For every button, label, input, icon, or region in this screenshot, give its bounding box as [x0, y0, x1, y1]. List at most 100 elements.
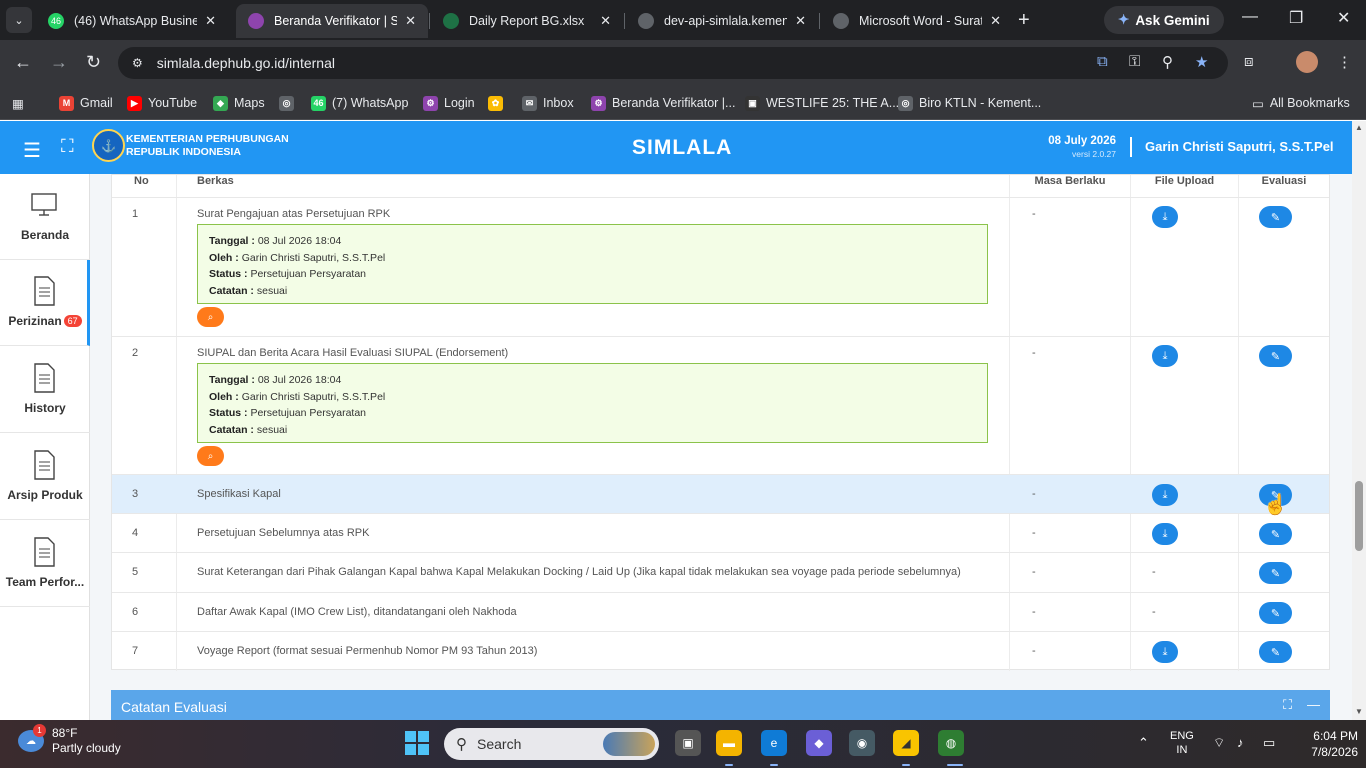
forward-icon[interactable]: →	[50, 52, 68, 73]
bookmark-star-icon[interactable]: ★	[1195, 53, 1208, 71]
sidebar-item-2[interactable]: Perizinan 67	[0, 260, 90, 346]
browser-menu-icon[interactable]: ⋮	[1337, 53, 1352, 71]
scrollbar-thumb[interactable]	[1355, 481, 1363, 551]
header-file-upload: File Upload	[1154, 175, 1215, 187]
bookmark-item[interactable]: ◎ Biro KTLN - Kement...	[898, 92, 1041, 114]
chrome-icon[interactable]: ◍	[938, 730, 964, 756]
reload-icon[interactable]: ↻	[86, 52, 101, 73]
install-app-icon[interactable]: ⧉	[1097, 53, 1108, 70]
view-detail-button[interactable]: ⌕	[197, 307, 224, 327]
profile-avatar[interactable]	[1296, 51, 1318, 73]
note-tanggal: 08 Jul 2026 18:04	[257, 235, 342, 247]
edit-evaluation-button[interactable]: ✎	[1259, 562, 1292, 584]
bookmark-item[interactable]: ⚙ Login	[423, 92, 475, 114]
apps-grid-icon[interactable]: ▦	[12, 92, 24, 114]
fullscreen-icon[interactable]: ⛶	[61, 136, 74, 157]
tab-search-button[interactable]: ⌄	[6, 7, 32, 33]
start-button[interactable]	[405, 731, 429, 755]
new-tab-button[interactable]: +	[1018, 9, 1030, 32]
download-icon: ⤓	[1162, 527, 1168, 540]
site-info-icon[interactable]: ⚙	[132, 56, 143, 70]
chevron-up-icon[interactable]: ⌃	[1138, 735, 1149, 751]
sidebar-item-4[interactable]: Arsip Produk	[0, 434, 90, 520]
view-detail-button[interactable]: ⌕	[197, 446, 224, 466]
edit-evaluation-button[interactable]: ✎	[1259, 206, 1292, 228]
berkas-name: Voyage Report (format sesuai Permenhub N…	[197, 645, 538, 657]
windows-taskbar: ☁ 1 88°F Partly cloudy ⚲ Search ▣ ▬ e ◆ ◉…	[0, 720, 1366, 768]
address-bar[interactable]: ⚙ simlala.dephub.go.id/internal	[118, 47, 1228, 79]
tab-2[interactable]: Beranda Verifikator | Simlala ✕	[236, 4, 428, 38]
download-button[interactable]: ⤓	[1152, 345, 1178, 367]
minimize-icon[interactable]: —	[1242, 8, 1258, 26]
language-indicator[interactable]: ENG IN	[1170, 729, 1194, 757]
restore-icon[interactable]: ❐	[1289, 8, 1303, 28]
close-tab-icon[interactable]: ✕	[600, 13, 611, 29]
tab-3[interactable]: Daily Report BG.xlsx ✕	[431, 4, 623, 38]
bookmark-item[interactable]: ✿	[488, 92, 503, 114]
berkas-name: Spesifikasi Kapal	[197, 488, 281, 500]
taskbar-search[interactable]: ⚲ Search	[444, 728, 659, 760]
user-name[interactable]: Garin Christi Saputri, S.S.T.Pel	[1145, 139, 1334, 154]
camera-icon[interactable]: ◉	[849, 730, 875, 756]
tab-4[interactable]: dev-api-simlala.kemenhub ✕	[626, 4, 818, 38]
close-window-icon[interactable]: ✕	[1337, 8, 1350, 28]
bookmark-item[interactable]: ▶ YouTube	[127, 92, 197, 114]
task-view-icon[interactable]: ▣	[675, 730, 701, 756]
download-button[interactable]: ⤓	[1152, 484, 1178, 506]
tab-separator	[819, 13, 820, 29]
scroll-up-icon[interactable]: ▲	[1355, 123, 1363, 132]
sidebar-item-5[interactable]: Team Perfor...	[0, 521, 90, 607]
close-tab-icon[interactable]: ✕	[990, 13, 1001, 29]
sticky-notes-icon[interactable]: ◢	[893, 730, 919, 756]
edge-icon[interactable]: e	[761, 730, 787, 756]
back-icon[interactable]: ←	[14, 52, 32, 73]
ask-gemini-button[interactable]: ✦ Ask Gemini	[1104, 6, 1224, 34]
weather-widget[interactable]: ☁ 1 88°F Partly cloudy	[18, 724, 121, 756]
tab-1[interactable]: 46 (46) WhatsApp Business ✕	[36, 4, 228, 38]
download-button[interactable]: ⤓	[1152, 206, 1178, 228]
edit-evaluation-button[interactable]: ✎	[1259, 345, 1292, 367]
header-berkas: Berkas	[197, 175, 234, 187]
download-button[interactable]: ⤓	[1152, 523, 1178, 545]
tab-separator	[429, 13, 430, 29]
edit-evaluation-button[interactable]: ✎	[1259, 602, 1292, 624]
bookmark-item[interactable]: ⚙ Beranda Verifikator |...	[591, 92, 735, 114]
hamburger-menu-icon[interactable]: ☰	[23, 138, 41, 163]
bookmark-item[interactable]: ◎	[279, 92, 294, 114]
download-button[interactable]: ⤓	[1152, 641, 1178, 663]
wifi-icon[interactable]: ⌔	[1213, 735, 1225, 751]
all-bookmarks-button[interactable]: ▭ All Bookmarks	[1252, 92, 1350, 114]
collapse-icon[interactable]: —	[1307, 697, 1320, 712]
zoom-icon[interactable]: ⚲	[1162, 53, 1173, 71]
close-tab-icon[interactable]: ✕	[405, 13, 416, 29]
url-text[interactable]: simlala.dephub.go.id/internal	[157, 55, 335, 71]
bookmark-item[interactable]: 46 (7) WhatsApp	[311, 92, 408, 114]
close-tab-icon[interactable]: ✕	[205, 13, 216, 29]
documents-table: No Berkas Masa Berlaku File Upload Evalu…	[111, 174, 1330, 671]
bookmark-item[interactable]: M Gmail	[59, 92, 113, 114]
battery-icon[interactable]: ▭	[1263, 735, 1275, 751]
sidebar-item-1[interactable]: Beranda	[0, 174, 90, 260]
bookmark-icon: ◆	[213, 95, 228, 111]
volume-icon[interactable]: ♪	[1237, 735, 1244, 750]
extensions-icon[interactable]: ⧈	[1244, 53, 1254, 70]
table-row: 3 Spesifikasi Kapal - ⤓ ✎	[112, 474, 1329, 513]
page-scrollbar[interactable]: ▲ ▼	[1352, 121, 1366, 720]
scroll-down-icon[interactable]: ▼	[1355, 707, 1363, 716]
tab-5[interactable]: Microsoft Word - Surat ✕	[821, 4, 1013, 38]
berkas-name: SIUPAL dan Berita Acara Hasil Evaluasi S…	[197, 347, 509, 359]
catatan-evaluasi-title: Catatan Evaluasi	[121, 699, 227, 715]
password-key-icon[interactable]: ⚿	[1129, 53, 1140, 70]
edit-evaluation-button[interactable]: ✎	[1259, 523, 1292, 545]
expand-icon[interactable]: ⛶	[1283, 697, 1292, 713]
bookmark-item[interactable]: ✉ Inbox	[522, 92, 574, 114]
clock[interactable]: 6:04 PM 7/8/2026	[1296, 728, 1358, 760]
bookmark-item[interactable]: ◆ Maps	[213, 92, 265, 114]
bookmark-item[interactable]: ▣ WESTLIFE 25: THE A...	[745, 92, 899, 114]
edit-evaluation-button[interactable]: ✎	[1259, 641, 1292, 663]
sidebar-item-3[interactable]: History	[0, 347, 90, 433]
close-tab-icon[interactable]: ✕	[795, 13, 806, 29]
weather-temp: 88°F	[52, 726, 78, 740]
app-icon[interactable]: ◆	[806, 730, 832, 756]
file-explorer-icon[interactable]: ▬	[716, 730, 742, 756]
